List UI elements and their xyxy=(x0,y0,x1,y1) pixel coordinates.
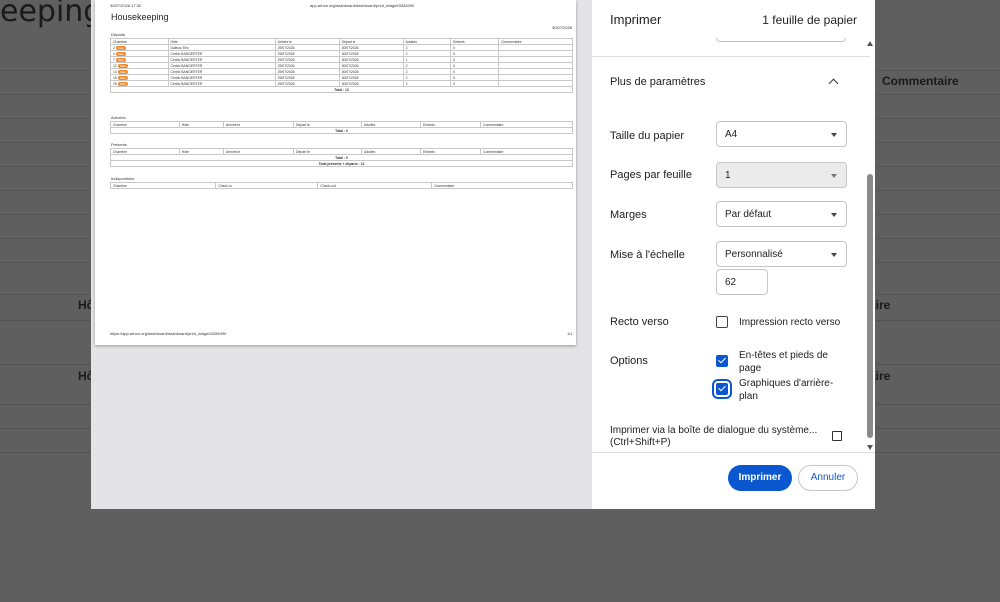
table-indisponibles: Chambre Check-in Check-out Commentaire xyxy=(109,182,573,189)
paper-size-label: Taille du papier xyxy=(610,130,684,142)
margins-select[interactable]: Par défaut xyxy=(716,201,847,227)
status-badge: Sale xyxy=(117,81,128,86)
margins-label: Marges xyxy=(610,209,647,221)
duplex-checkbox[interactable] xyxy=(716,316,728,328)
open-in-new-icon[interactable] xyxy=(832,430,843,441)
header-cell: Check-in xyxy=(215,182,319,189)
status-badge: Sale xyxy=(115,57,126,62)
dropdown-arrow-icon xyxy=(831,174,837,178)
background-column-commentaire: Commentaire xyxy=(882,74,959,88)
table-total-row: Total : 13 xyxy=(110,86,573,93)
print-settings-panel: Imprimer 1 feuille de papier Plus de par… xyxy=(592,0,875,509)
scale-input-value: 62 xyxy=(725,277,737,288)
options-label: Options xyxy=(610,355,648,367)
scale-input[interactable]: 62 xyxy=(716,269,768,295)
preview-footer-page: 1/1 xyxy=(567,331,573,336)
destination-select-remnant[interactable] xyxy=(716,38,846,42)
pages-per-sheet-value: 1 xyxy=(725,170,731,181)
table-total-row: Total : 0 xyxy=(110,127,573,134)
divider xyxy=(592,452,875,453)
status-badge: Sale xyxy=(115,45,126,50)
scroll-down-arrow-icon[interactable] xyxy=(867,445,873,450)
dialog-title: Imprimer xyxy=(610,12,662,27)
section-title-departs: Départs xyxy=(111,32,126,37)
headers-footers-label[interactable]: En-têtes et pieds de page xyxy=(739,349,849,375)
pages-per-sheet-label: Pages par feuille xyxy=(610,169,692,181)
background-graphics-checkbox[interactable] xyxy=(712,379,732,399)
dropdown-arrow-icon xyxy=(831,133,837,137)
preview-header-url: app.arhon.org/dashboard/dashboard/print_… xyxy=(310,3,415,8)
dropdown-arrow-icon xyxy=(831,213,837,217)
status-badge: Sale xyxy=(117,63,128,68)
settings-scroll-area[interactable]: Plus de paramètres Taille du papier A4 P… xyxy=(592,38,875,452)
background-graphics-label[interactable]: Graphiques d'arrière-plan xyxy=(739,377,849,403)
dropdown-arrow-icon xyxy=(831,253,837,257)
grand-total-cell: Total présents + départs : 13 xyxy=(110,160,573,167)
header-cell: Check-out xyxy=(317,182,433,189)
preview-header-date: 30/07/2026 17:32 xyxy=(110,3,142,8)
scrollbar-thumb[interactable] xyxy=(867,174,873,438)
settings-header: Imprimer 1 feuille de papier xyxy=(592,0,875,38)
table-arrivees: Chambre Hôte Arrivée le Départ le Adulte… xyxy=(110,121,573,134)
scale-select[interactable]: Personnalisé xyxy=(716,241,847,267)
header-cell: Chambre xyxy=(109,182,217,189)
duplex-option-label[interactable]: Impression recto verso xyxy=(739,316,849,329)
table-grand-total-row: Total présents + départs : 13 xyxy=(110,160,573,167)
status-badge: Sale xyxy=(115,51,126,56)
print-button[interactable]: Imprimer xyxy=(728,465,792,491)
total-cell: Total : 13 xyxy=(110,86,573,93)
status-badge: Sale xyxy=(117,75,128,80)
scroll-up-arrow-icon[interactable] xyxy=(867,41,873,46)
chevron-up-icon[interactable] xyxy=(828,78,839,89)
status-badge: Sale xyxy=(117,69,128,74)
total-cell: Total : 0 xyxy=(110,127,573,134)
preview-page: 30/07/2026 17:32 app.arhon.org/dashboard… xyxy=(95,0,576,345)
section-title-indisponibles: Indisponibles xyxy=(111,176,135,181)
preview-footer-url: https://app.arhon.org/dashboard/dashboar… xyxy=(110,331,227,336)
paper-size-value: A4 xyxy=(725,129,738,140)
cancel-button[interactable]: Annuler xyxy=(798,465,858,491)
table-presents: Chambre Hôte Arrivée le Départ le Adulte… xyxy=(110,148,573,167)
print-dialog: 30/07/2026 17:32 app.arhon.org/dashboard… xyxy=(91,0,875,509)
scale-value: Personnalisé xyxy=(725,249,783,260)
duplex-label: Recto verso xyxy=(610,316,669,328)
table-header-row: Chambre Check-in Check-out Commentaire xyxy=(109,182,573,189)
paper-size-select[interactable]: A4 xyxy=(716,121,847,147)
preview-page-title: Housekeeping xyxy=(111,12,169,22)
section-title-arrivees: Arrivées xyxy=(111,115,126,120)
preview-page-date: 30/07/2026 xyxy=(552,25,573,30)
sheet-count: 1 feuille de papier xyxy=(762,13,857,27)
headers-footers-checkbox[interactable] xyxy=(716,355,728,367)
settings-scrollbar[interactable] xyxy=(867,38,873,452)
header-cell: Commentaire xyxy=(431,182,573,189)
pages-per-sheet-select[interactable]: 1 xyxy=(716,162,847,188)
print-preview-area: 30/07/2026 17:32 app.arhon.org/dashboard… xyxy=(91,0,592,509)
divider xyxy=(592,56,870,57)
scale-label: Mise à l'échelle xyxy=(610,249,685,261)
system-dialog-link[interactable]: Imprimer via la boîte de dialogue du sys… xyxy=(610,425,820,449)
section-title-presents: Présents xyxy=(111,142,127,147)
table-departs: Chambre Hôte Arrivée le Départ le Adulte… xyxy=(110,38,573,93)
background-title: eeping xyxy=(0,0,103,29)
more-settings-toggle[interactable]: Plus de paramètres xyxy=(610,76,705,88)
margins-value: Par défaut xyxy=(725,209,772,220)
